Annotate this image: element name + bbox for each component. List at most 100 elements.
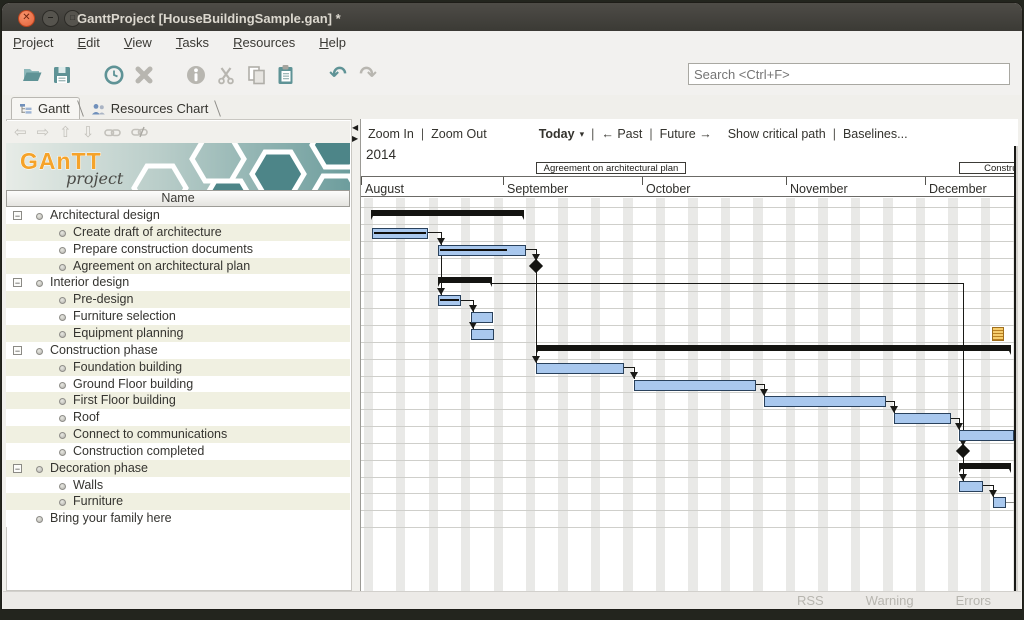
status-warning[interactable]: Warning [866,593,914,608]
critical-path-button[interactable]: Show critical path [728,127,826,141]
gantt-bar-task[interactable] [764,396,886,407]
forward-icon[interactable]: ⇨ [37,125,50,140]
gantt-bar-task[interactable] [471,312,493,323]
menu-help[interactable]: Help [319,35,346,50]
gantt-bar-task[interactable] [634,380,756,391]
task-label: Ground Floor building [73,377,193,392]
menu-project[interactable]: Project [13,35,53,50]
back-icon[interactable]: ⇦ [14,125,27,140]
task-row[interactable]: −Architectural design [6,207,350,224]
tab-gantt[interactable]: Gantt [11,97,80,119]
task-row[interactable]: −Interior design [6,274,350,291]
unlink-tasks-icon[interactable] [131,126,148,138]
move-up-icon[interactable]: ⇧ [59,125,72,140]
expand-toggle[interactable]: − [13,278,22,287]
expand-toggle[interactable]: − [13,464,22,473]
task-row[interactable]: Create draft of architecture [6,224,350,241]
task-row[interactable]: Pre-design [6,291,350,308]
window-minimize-button[interactable]: – [42,10,59,27]
chevron-down-icon[interactable]: ▾ [580,129,585,140]
delete-task-button[interactable] [131,62,157,88]
gantt-milestone[interactable] [956,444,970,458]
timeline-milestone-label: Construction completed [959,162,1018,174]
gantt-bar-summary[interactable] [536,345,1011,351]
menu-tasks[interactable]: Tasks [176,35,209,50]
gantt-bar-task[interactable] [993,497,1006,508]
task-row[interactable]: Furniture selection [6,308,350,325]
gantt-bar-task[interactable] [471,329,494,340]
task-row[interactable]: Roof [6,409,350,426]
gantt-bar-task[interactable] [372,228,428,239]
task-row[interactable]: Agreement on architectural plan [6,258,350,275]
gantt-bar-task[interactable] [536,363,624,374]
task-row[interactable]: Prepare construction documents [6,241,350,258]
link-tasks-icon[interactable] [104,127,121,138]
task-bullet-icon [36,213,43,220]
task-row[interactable]: Foundation building [6,359,350,376]
info-icon [185,64,207,86]
task-bullet-icon [59,365,66,372]
status-errors[interactable]: Errors [956,593,991,608]
move-down-icon[interactable]: ⇩ [82,125,95,140]
task-row[interactable]: − Decoration phase [6,460,350,477]
dependency-line [963,283,964,446]
dependency-line [951,418,959,419]
expand-toggle[interactable]: − [13,346,22,355]
column-header-name[interactable]: Name [6,190,350,207]
task-bullet-icon [59,382,66,389]
menu-resources[interactable]: Resources [233,35,295,50]
save-project-button[interactable] [49,62,75,88]
task-row[interactable]: Construction completed [6,443,350,460]
task-row[interactable]: Connect to communications [6,426,350,443]
expand-toggle[interactable]: − [13,211,22,220]
baselines-button[interactable]: Baselines... [843,127,908,141]
task-row[interactable]: Ground Floor building [6,376,350,393]
task-row[interactable]: Equipment planning [6,325,350,342]
open-project-button[interactable] [19,62,45,88]
tab-resources-chart[interactable]: Resources Chart [84,98,218,119]
zoom-out-button[interactable]: Zoom Out [431,127,487,141]
menu-edit[interactable]: Edit [77,35,99,50]
window-close-button[interactable]: ✕ [18,10,35,27]
redo-button[interactable]: ↷ [355,62,381,88]
dependency-line [428,232,441,233]
cut-button[interactable] [213,62,239,88]
scissors-icon [216,65,236,85]
future-button[interactable]: Future → [660,127,712,141]
gantt-bar-task[interactable] [894,413,951,424]
gantt-bar-task[interactable] [438,295,461,306]
properties-button[interactable] [183,62,209,88]
grid-line [361,477,1014,478]
task-row[interactable]: First Floor building [6,392,350,409]
collapse-right-icon[interactable]: ▶ [352,135,358,143]
task-row[interactable]: Bring your family here [6,510,350,527]
task-note-icon[interactable] [992,327,1004,341]
month-tick [642,177,643,185]
panel-splitter[interactable]: ◀ ▶ [352,119,360,591]
gantt-bar-summary[interactable] [438,277,492,283]
gantt-bar-summary[interactable] [371,210,524,216]
task-row[interactable]: Furniture [6,493,350,510]
task-row[interactable]: Walls [6,477,350,494]
search-input[interactable] [688,63,1010,85]
menu-view[interactable]: View [124,35,152,50]
zoom-in-button[interactable]: Zoom In [368,127,414,141]
task-label: Decoration phase [50,461,148,476]
task-bullet-icon [59,314,66,321]
task-row[interactable]: −Construction phase [6,342,350,359]
undo-button[interactable]: ↶ [325,62,351,88]
gantt-bar-task[interactable] [438,245,526,256]
task-bullet-icon [36,516,43,523]
dependency-arrow [890,406,898,413]
gantt-bar-task[interactable] [959,481,983,492]
gantt-bar-summary[interactable] [959,463,1011,469]
copy-button[interactable] [243,62,269,88]
past-button[interactable]: ← Past [601,127,642,141]
paste-button[interactable] [273,62,299,88]
status-rss[interactable]: RSS [797,593,824,608]
scheduling-button[interactable] [101,62,127,88]
collapse-left-icon[interactable]: ◀ [352,124,358,132]
gantt-bar-task[interactable] [959,430,1014,441]
chart-scroll-gutter[interactable] [1016,146,1018,591]
today-button[interactable]: Today [539,127,575,141]
